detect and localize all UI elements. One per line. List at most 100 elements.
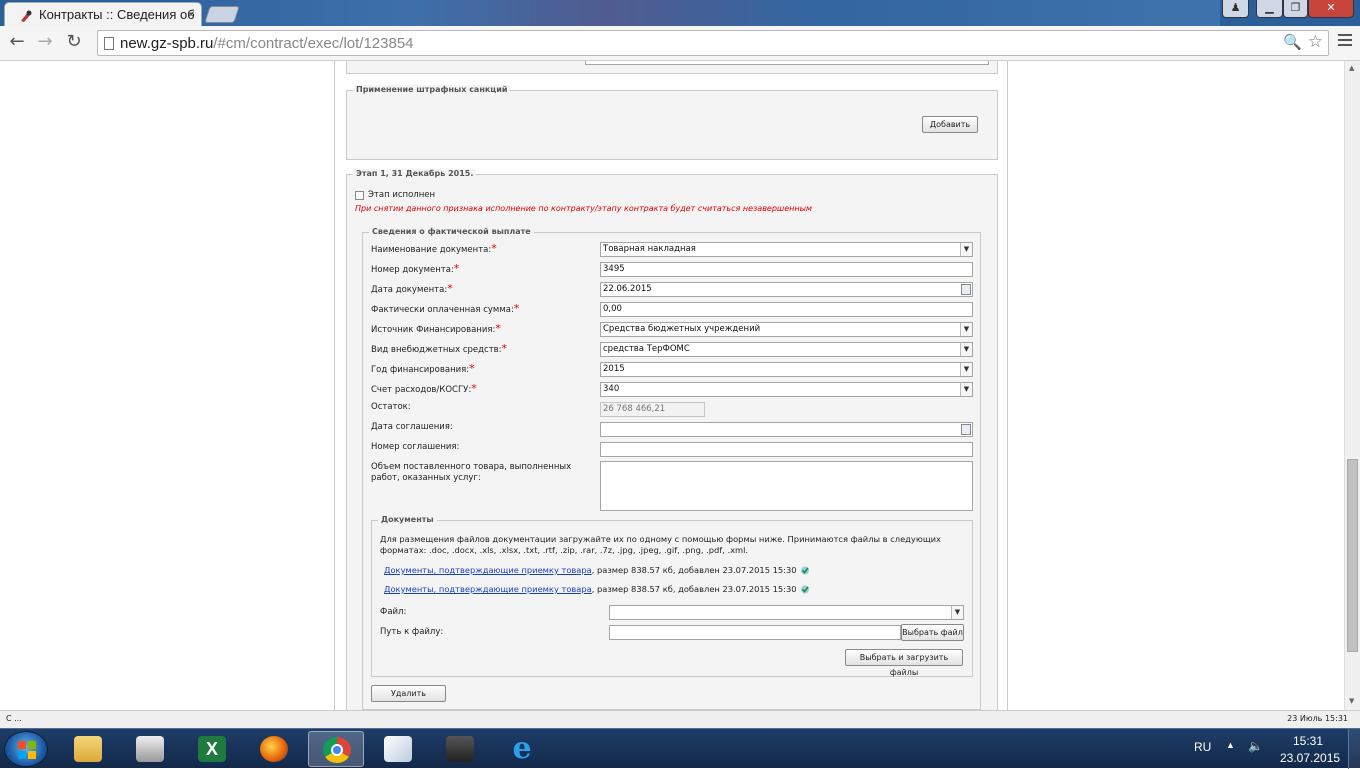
stage-completed-label: Этап исполнен (368, 190, 436, 200)
upload-files-button[interactable]: Выбрать и загрузить файлы (845, 649, 963, 677)
fin-source-select[interactable]: Средства бюджетных учреждений ▼ (600, 322, 973, 337)
bookmark-star-icon[interactable]: ☆ (1308, 32, 1323, 52)
payment-legend: Сведения о фактической выплате (369, 227, 534, 236)
document-file-row: Документы, подтверждающие приемку товара… (384, 565, 810, 576)
firefox-icon (260, 736, 288, 762)
clock-date[interactable]: 23.07.2015 (1280, 751, 1340, 765)
language-indicator[interactable]: RU (1194, 740, 1211, 754)
close-window-button[interactable]: ✕ (1308, 0, 1354, 18)
calendar-icon (961, 284, 971, 295)
chevron-down-icon: ▼ (960, 383, 972, 396)
scrollbar-thumb[interactable] (1347, 459, 1358, 652)
kosgu-select[interactable]: 340 ▼ (600, 382, 973, 397)
delete-payment-button[interactable]: Удалить (371, 685, 446, 702)
titlebar-background (200, 0, 1220, 26)
page-scrollbar[interactable]: ▲ ▼ (1344, 61, 1360, 710)
agreement-number-label: Номер соглашения: (371, 442, 460, 452)
chrome-icon (323, 737, 351, 763)
chevron-down-icon: ▼ (960, 323, 972, 336)
taskbar-firefox[interactable] (246, 731, 302, 767)
scroll-up-icon[interactable]: ▲ (1349, 64, 1354, 72)
agreement-number-input[interactable] (600, 442, 973, 457)
browser-titlebar: Контракты :: Сведения об × ♟ ▁ ❐ ✕ (0, 0, 1360, 26)
fin-year-label: Год финансирования:* (371, 362, 475, 375)
taskbar-scanner[interactable] (122, 731, 178, 767)
zoom-icon[interactable]: 🔍 (1283, 33, 1302, 51)
pen-editor-icon (384, 736, 412, 762)
excel-icon: X (198, 736, 226, 762)
chevron-down-icon: ▼ (960, 243, 972, 256)
documents-section: Документы Для размещения файлов документ… (371, 515, 973, 677)
address-bar[interactable]: new.gz-spb.ru/#cm/contract/exec/lot/1238… (97, 30, 1329, 56)
internet-explorer-icon: e (512, 731, 532, 766)
reload-icon[interactable]: ↻ (62, 31, 86, 55)
tab-close-icon[interactable]: × (187, 6, 195, 22)
status-datetime: 23 Июль 15:31 (1287, 714, 1348, 723)
agreement-date-input[interactable] (600, 422, 973, 437)
browser-toolbar: ← → ↻ new.gz-spb.ru/#cm/contract/exec/lo… (0, 26, 1360, 61)
doc-date-label: Дата документа:* (371, 282, 453, 295)
add-penalty-button[interactable]: Добавить (922, 116, 978, 133)
status-text: C ... (6, 714, 22, 723)
taskbar-excel[interactable]: X (184, 731, 240, 767)
chevron-down-icon: ▼ (960, 343, 972, 356)
stage-section: Этап 1, 31 Декабрь 2015. Этап исполнен П… (346, 169, 998, 710)
minimize-button[interactable]: ▁ (1256, 0, 1283, 18)
taskbar-explorer[interactable] (60, 731, 116, 767)
windows-logo-icon (18, 741, 36, 759)
document-file-row: Документы, подтверждающие приемку товара… (384, 584, 810, 595)
previous-textarea[interactable] (585, 61, 989, 65)
maximize-button[interactable]: ❐ (1283, 0, 1308, 18)
file-path-label: Путь к файлу: (380, 627, 444, 637)
taskbar-ie[interactable]: e (494, 731, 550, 767)
chevron-down-icon: ▼ (960, 363, 972, 376)
agreement-date-label: Дата соглашения: (371, 422, 453, 432)
penalties-section: Применение штрафных санкций Добавить (346, 85, 998, 160)
page-viewport: Применение штрафных санкций Добавить Эта… (0, 61, 1344, 710)
verified-check-icon (800, 585, 809, 594)
penalties-legend: Применение штрафных санкций (353, 85, 511, 94)
doc-name-label: Наименование документа:* (371, 242, 497, 255)
content-column: Применение штрафных санкций Добавить Эта… (334, 61, 1008, 710)
paid-sum-label: Фактически оплаченная сумма:* (371, 302, 520, 315)
back-icon[interactable]: ← (5, 31, 29, 55)
windows-taskbar: X e RU ▲ 🔈 15:31 23.07.2015 (0, 728, 1360, 769)
doc-date-input[interactable]: 22.06.2015 (600, 282, 973, 297)
payment-section: Сведения о фактической выплате Наименова… (362, 227, 981, 710)
taskbar-editor[interactable] (370, 731, 426, 767)
paid-sum-input[interactable]: 0,00 (600, 302, 973, 317)
doc-number-input[interactable]: 3495 (600, 262, 973, 277)
scanner-icon (136, 736, 164, 762)
file-path-input[interactable] (609, 625, 901, 640)
document-file-link[interactable]: Документы, подтверждающие приемку товара (384, 584, 592, 594)
document-file-link[interactable]: Документы, подтверждающие приемку товара (384, 565, 592, 575)
scroll-down-icon[interactable]: ▼ (1349, 697, 1354, 705)
show-desktop-button[interactable] (1348, 729, 1360, 769)
taskbar-chrome[interactable] (308, 731, 364, 767)
fin-year-select[interactable]: 2015 ▼ (600, 362, 973, 377)
forward-icon[interactable]: → (33, 31, 57, 55)
page-icon (104, 37, 114, 50)
browser-statusbar: C ... 23 Июль 15:31 (0, 710, 1360, 728)
window-user-button[interactable]: ♟ (1222, 0, 1249, 18)
offbudget-type-select[interactable]: средства ТерФОМС ▼ (600, 342, 973, 357)
url-path: /#cm/contract/exec/lot/123854 (213, 35, 414, 52)
new-tab-button[interactable] (204, 6, 240, 23)
tray-expand-icon[interactable]: ▲ (1226, 740, 1235, 750)
browser-tab[interactable]: Контракты :: Сведения об × (4, 2, 202, 26)
tab-title: Контракты :: Сведения об (39, 7, 195, 22)
chrome-menu-icon[interactable] (1338, 34, 1352, 49)
file-type-select[interactable]: ▼ (609, 605, 964, 620)
clock-time[interactable]: 15:31 (1293, 734, 1323, 748)
stage-completed-checkbox[interactable] (355, 191, 364, 200)
doc-name-select[interactable]: Товарная накладная ▼ (600, 242, 973, 257)
start-button[interactable] (4, 731, 48, 767)
volume-icon[interactable]: 🔈 (1248, 739, 1263, 753)
url-host: new.gz-spb.ru (120, 35, 214, 52)
stage-legend: Этап 1, 31 Декабрь 2015. (353, 169, 477, 178)
offbudget-type-label: Вид внебюджетных средств:* (371, 342, 508, 355)
volume-textarea[interactable] (600, 461, 973, 511)
taskbar-media[interactable] (432, 731, 488, 767)
choose-file-button[interactable]: Выбрать файл (901, 624, 964, 641)
chevron-down-icon: ▼ (951, 606, 963, 619)
